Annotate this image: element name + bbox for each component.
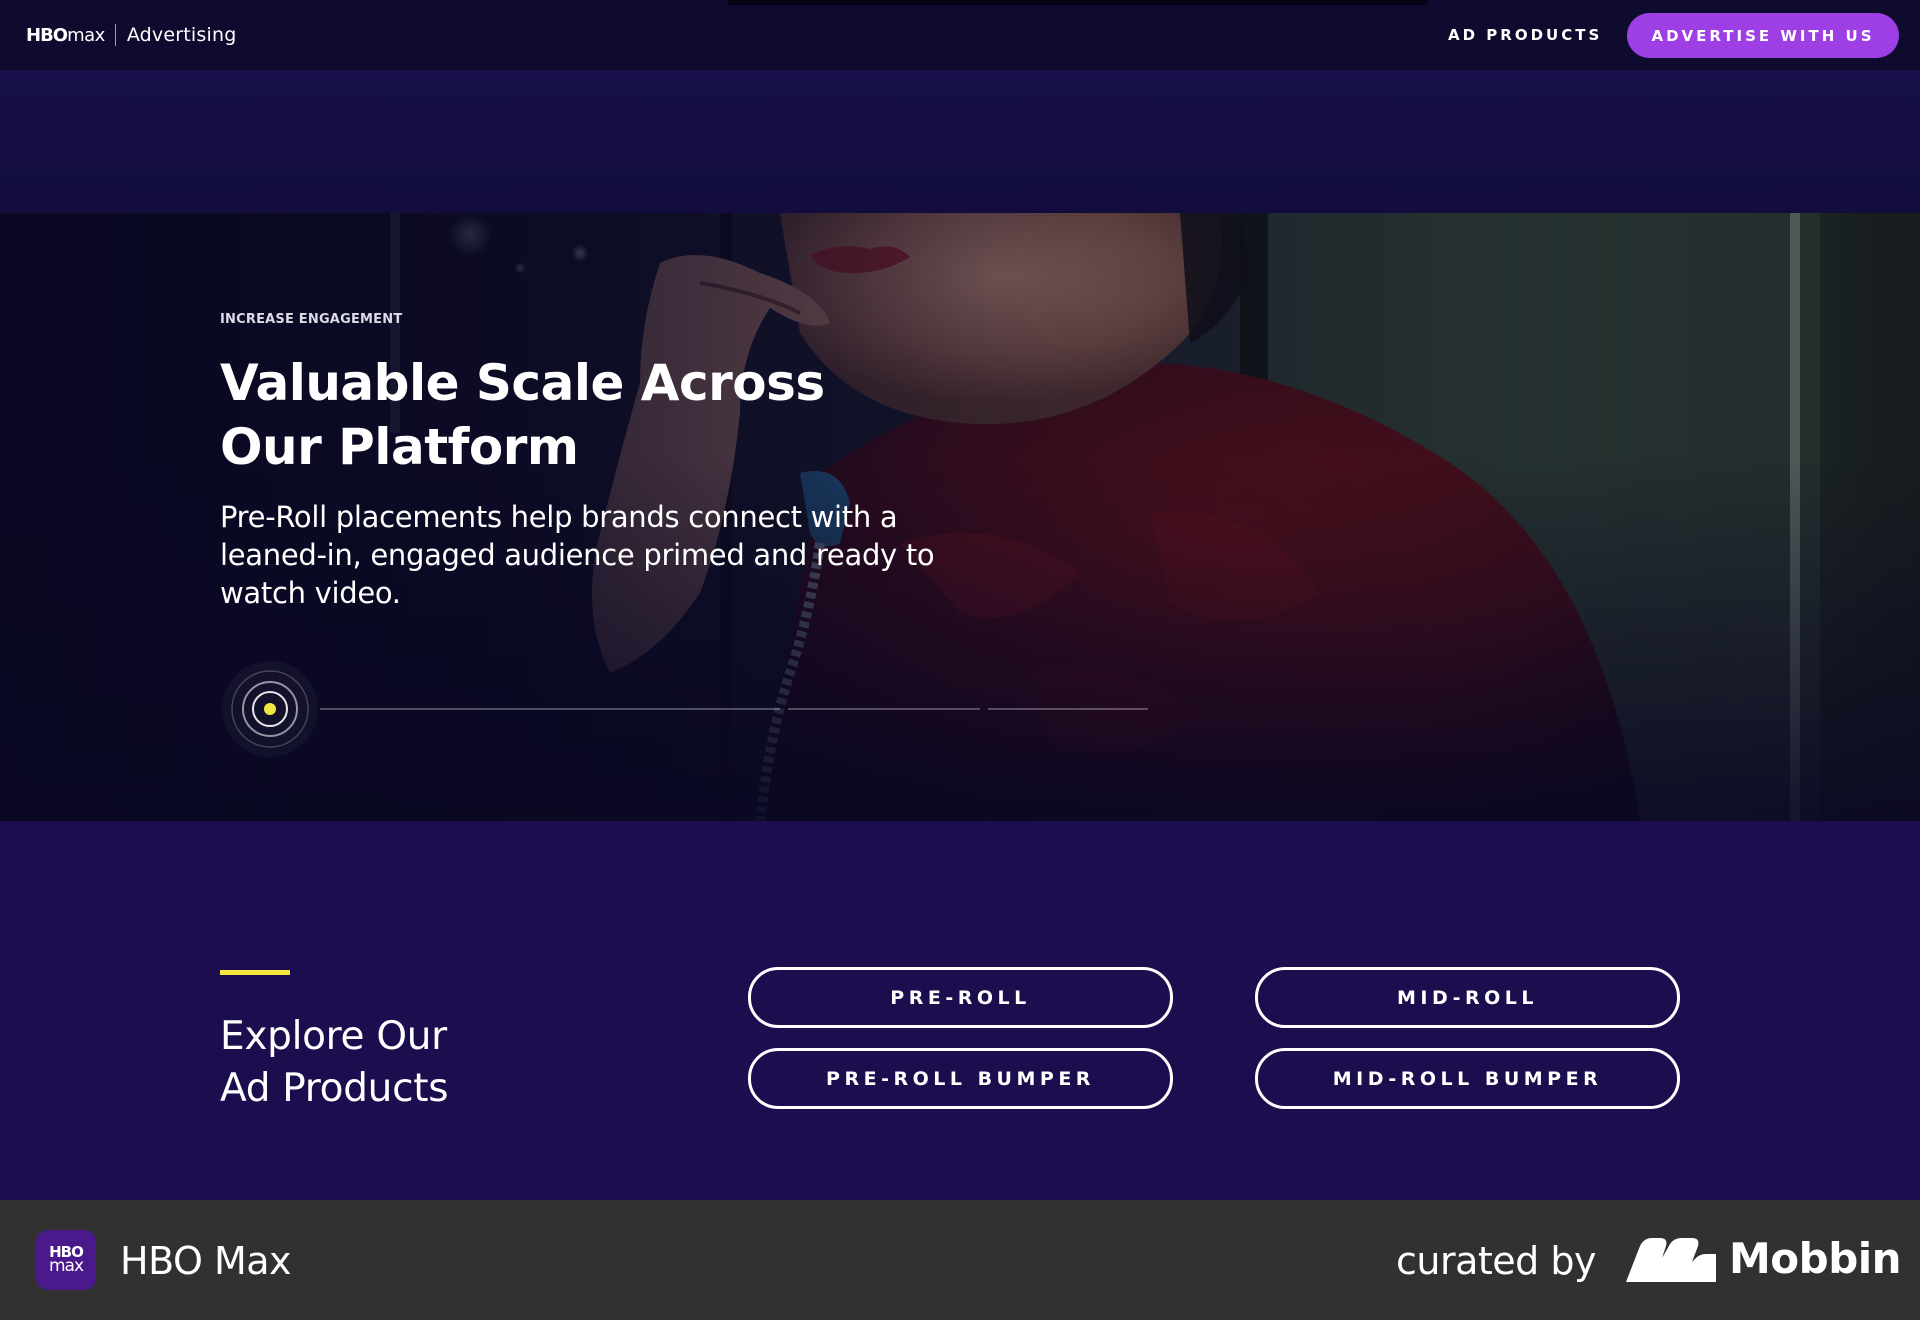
slide-progress: [220, 659, 1148, 759]
explore-title-line-1: Explore Our: [220, 1014, 447, 1059]
mid-roll-bumper-button[interactable]: MID-ROLL BUMPER: [1255, 1048, 1680, 1109]
top-navigation: HBOmax Advertising AD PRODUCTS ADVERTISE…: [0, 0, 1920, 70]
logo-hbo-text: HBO: [26, 24, 68, 46]
logo-max-text: max: [67, 24, 105, 46]
progress-segment-1[interactable]: [320, 708, 780, 710]
mobbin-footer: HBO max HBO Max curated by Mobbin: [0, 1200, 1920, 1320]
explore-ad-products-section: Explore Our Ad Products PRE-ROLL MID-ROL…: [0, 821, 1920, 1200]
hbo-max-logo: HBOmax: [26, 25, 105, 46]
hbo-max-app-icon: HBO max: [36, 1230, 96, 1290]
brand-divider: [114, 24, 116, 46]
advertise-with-us-button[interactable]: ADVERTISE WITH US: [1627, 13, 1899, 58]
pre-roll-bumper-button[interactable]: PRE-ROLL BUMPER: [748, 1048, 1173, 1109]
app-icon-max-text: max: [48, 1256, 84, 1276]
hero-section: INCREASE ENGAGEMENT Valuable Scale Acros…: [0, 213, 1920, 821]
nav-link-ad-products[interactable]: AD PRODUCTS: [1448, 22, 1602, 48]
hero-eyebrow: INCREASE ENGAGEMENT: [220, 312, 403, 327]
target-ring-icon[interactable]: [220, 659, 320, 759]
hero-title: Valuable Scale Across Our Platform: [220, 354, 825, 476]
brand-home-link[interactable]: HBOmax Advertising: [26, 20, 237, 50]
mobbin-wordmark: Mobbin: [1729, 1234, 1902, 1283]
explore-title: Explore Our Ad Products: [220, 1011, 449, 1115]
curated-by-label: curated by: [1396, 1239, 1596, 1283]
pre-roll-button[interactable]: PRE-ROLL: [748, 967, 1173, 1028]
explore-title-line-2: Ad Products: [220, 1066, 449, 1111]
nav-top-edge: [728, 0, 1428, 5]
section-accent-bar: [220, 970, 290, 975]
progress-segment-2[interactable]: [788, 708, 980, 710]
mid-roll-button[interactable]: MID-ROLL: [1255, 967, 1680, 1028]
hero-description: Pre-Roll placements help brands connect …: [220, 500, 935, 610]
mobbin-logo-icon: [1626, 1238, 1716, 1282]
hero-content: INCREASE ENGAGEMENT Valuable Scale Acros…: [220, 213, 1148, 821]
progress-segment-3[interactable]: [988, 708, 1148, 710]
app-name: HBO Max: [120, 1239, 292, 1283]
brand-section-label: Advertising: [126, 24, 237, 46]
hero-top-band: [0, 70, 1920, 213]
